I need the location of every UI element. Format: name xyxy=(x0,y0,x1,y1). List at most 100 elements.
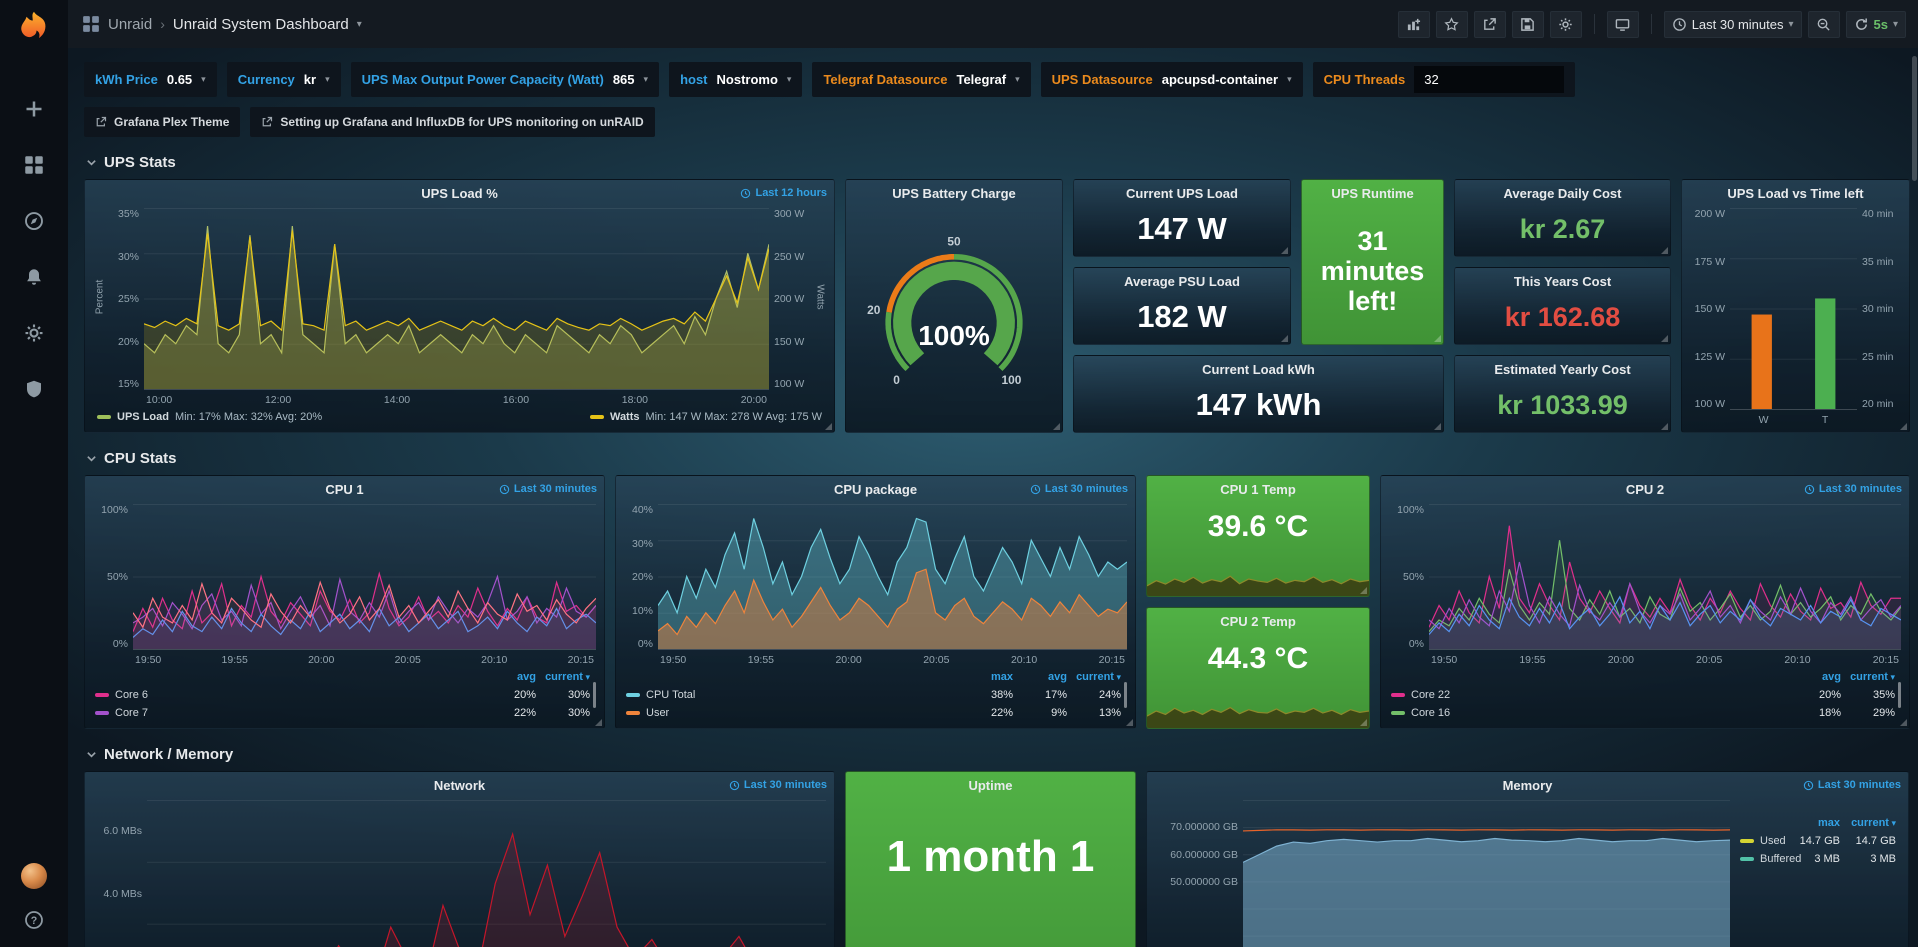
refresh-interval-label[interactable]: 5s xyxy=(1874,17,1888,32)
network-chart[interactable] xyxy=(147,800,826,947)
panel-title[interactable]: CPU 2 xyxy=(1626,482,1664,497)
panel-title[interactable]: Memory xyxy=(1503,778,1553,793)
legend-col-header[interactable]: current xyxy=(1840,817,1896,829)
legend-col-header[interactable]: avg xyxy=(482,671,536,683)
variable-value-dropdown[interactable]: apcupsd-container xyxy=(1162,72,1278,87)
chevron-down-icon[interactable]: ▾ xyxy=(325,74,330,85)
variable-value-dropdown[interactable]: Telegraf xyxy=(956,72,1006,87)
panel-title[interactable]: UPS Load vs Time left xyxy=(1727,186,1863,201)
legend-series-name[interactable]: Buffered xyxy=(1740,853,1784,865)
y-tick: 200 W xyxy=(774,293,813,305)
panel-title[interactable]: Network xyxy=(434,778,485,793)
panel-title[interactable]: CPU 1 Temp xyxy=(1220,482,1296,497)
stat-value: kr 162.68 xyxy=(1455,294,1670,344)
legend-table: max avg current CPU Total 38% 17% 24% xyxy=(624,666,1127,722)
refresh-button[interactable]: 5s ▾ xyxy=(1846,11,1907,38)
panel-title[interactable]: Average PSU Load xyxy=(1124,274,1240,289)
chevron-down-icon[interactable]: ▾ xyxy=(201,74,206,85)
legend-series-name[interactable]: Core 16 xyxy=(1391,707,1787,719)
legend-col-header[interactable]: max xyxy=(959,671,1013,683)
variable-value-dropdown[interactable]: kr xyxy=(304,72,316,87)
section-header-network-memory[interactable]: Network / Memory xyxy=(86,746,1908,763)
sidebar-item-dashboards[interactable] xyxy=(21,152,47,178)
scrollbar-thumb[interactable] xyxy=(1912,56,1917,181)
panel-title[interactable]: This Years Cost xyxy=(1514,274,1611,289)
chevron-down-icon[interactable]: ▾ xyxy=(644,74,649,85)
variable-value-dropdown[interactable]: Nostromo xyxy=(717,72,778,87)
chevron-down-icon[interactable]: ▾ xyxy=(1287,74,1292,85)
grafana-logo[interactable] xyxy=(14,8,54,48)
panel-title[interactable]: UPS Battery Charge xyxy=(892,186,1016,201)
save-dashboard-button[interactable] xyxy=(1512,11,1544,38)
legend-col-header[interactable]: avg xyxy=(1787,671,1841,683)
sidebar-item-explore[interactable] xyxy=(21,208,47,234)
sidebar-item-configuration[interactable] xyxy=(21,320,47,346)
link-grafana-plex-theme[interactable]: Grafana Plex Theme xyxy=(84,107,240,137)
y-tick: 30 min xyxy=(1862,303,1901,315)
legend-series-name[interactable]: CPU Total xyxy=(626,689,959,701)
panel-cpu-2-temp: CPU 2 Temp 44.3 °C xyxy=(1146,607,1370,729)
breadcrumb-dashboard-title[interactable]: Unraid System Dashboard xyxy=(173,16,349,33)
time-range-picker[interactable]: Last 30 minutes ▾ xyxy=(1664,11,1802,38)
x-axis: 19:5019:5520:0020:0520:1020:15 xyxy=(658,650,1127,666)
section-header-ups-stats[interactable]: UPS Stats xyxy=(86,154,1908,171)
section-header-cpu-stats[interactable]: CPU Stats xyxy=(86,450,1908,467)
ups-bars-chart[interactable] xyxy=(1730,208,1857,410)
legend-col-header[interactable]: avg xyxy=(1013,671,1067,683)
dashboard-picker-caret-icon[interactable]: ▾ xyxy=(357,19,362,30)
dashboard-scrollbar[interactable] xyxy=(1912,52,1917,942)
cpu-threads-input[interactable] xyxy=(1414,66,1564,93)
legend-col-header[interactable]: current xyxy=(1067,671,1121,683)
zoom-out-time-button[interactable] xyxy=(1808,11,1840,38)
legend-swatch xyxy=(626,693,640,697)
variable-value-dropdown[interactable]: 865 xyxy=(613,72,635,87)
legend-item[interactable]: Watts Min: 147 W Max: 278 W Avg: 175 W xyxy=(590,411,822,423)
panel-title[interactable]: UPS Runtime xyxy=(1331,186,1413,201)
legend-table: avg current Core 6 20% 30% Core 7 xyxy=(93,666,596,722)
panel-title[interactable]: CPU 2 Temp xyxy=(1220,614,1296,629)
section-title: Network / Memory xyxy=(104,746,233,763)
panel-title[interactable]: CPU 1 xyxy=(325,482,363,497)
cpu-temps-column: CPU 1 Temp 39.6 °C CPU 2 Temp 44.3 °C xyxy=(1146,475,1370,729)
panel-title[interactable]: Average Daily Cost xyxy=(1503,186,1621,201)
ups-load-chart[interactable] xyxy=(144,208,769,390)
sidebar-item-help[interactable]: ? xyxy=(21,907,47,933)
cpu-package-chart[interactable] xyxy=(658,504,1127,650)
breadcrumb-folder[interactable]: Unraid xyxy=(108,16,152,33)
sidebar-item-admin[interactable] xyxy=(21,376,47,402)
legend-col-header[interactable]: current xyxy=(536,671,590,683)
legend-series-name[interactable]: User xyxy=(626,707,959,719)
clock-icon xyxy=(740,188,751,199)
legend-row: Core 7 22% 30% xyxy=(95,704,590,722)
share-dashboard-button[interactable] xyxy=(1474,11,1506,38)
memory-chart[interactable] xyxy=(1243,800,1730,947)
panel-title[interactable]: Current UPS Load xyxy=(1126,186,1238,201)
panel-title[interactable]: Estimated Yearly Cost xyxy=(1494,362,1630,377)
legend-col-header[interactable]: max xyxy=(1784,817,1840,829)
chevron-down-icon[interactable]: ▾ xyxy=(787,74,792,85)
panel-title[interactable]: Uptime xyxy=(968,778,1012,793)
cpu2-chart[interactable] xyxy=(1429,504,1901,650)
cycle-view-mode-button[interactable] xyxy=(1607,11,1639,38)
legend-item[interactable]: UPS Load Min: 17% Max: 32% Avg: 20% xyxy=(97,411,322,423)
sidebar-item-alerting[interactable] xyxy=(21,264,47,290)
star-dashboard-button[interactable] xyxy=(1436,11,1468,38)
panel-title[interactable]: CPU package xyxy=(834,482,917,497)
refresh-interval-caret-icon[interactable]: ▾ xyxy=(1893,19,1898,30)
link-ups-monitoring-guide[interactable]: Setting up Grafana and InfluxDB for UPS … xyxy=(250,107,654,137)
cpu1-chart[interactable] xyxy=(133,504,596,650)
add-panel-button[interactable] xyxy=(1398,11,1430,38)
variable-label: UPS Max Output Power Capacity (Watt) xyxy=(362,72,604,87)
chevron-down-icon[interactable]: ▾ xyxy=(1015,74,1020,85)
legend-col-header[interactable]: current xyxy=(1841,671,1895,683)
legend-series-name[interactable]: Core 22 xyxy=(1391,689,1787,701)
panel-title[interactable]: UPS Load % xyxy=(421,186,498,201)
panel-title[interactable]: Current Load kWh xyxy=(1202,362,1315,377)
legend-series-name[interactable]: Core 6 xyxy=(95,689,482,701)
legend-series-name[interactable]: Core 7 xyxy=(95,707,482,719)
sidebar-item-profile[interactable] xyxy=(21,863,47,889)
sidebar-item-create[interactable] xyxy=(21,96,47,122)
legend-series-name[interactable]: Used xyxy=(1740,835,1784,847)
variable-value-dropdown[interactable]: 0.65 xyxy=(167,72,192,87)
dashboard-settings-button[interactable] xyxy=(1550,11,1582,38)
